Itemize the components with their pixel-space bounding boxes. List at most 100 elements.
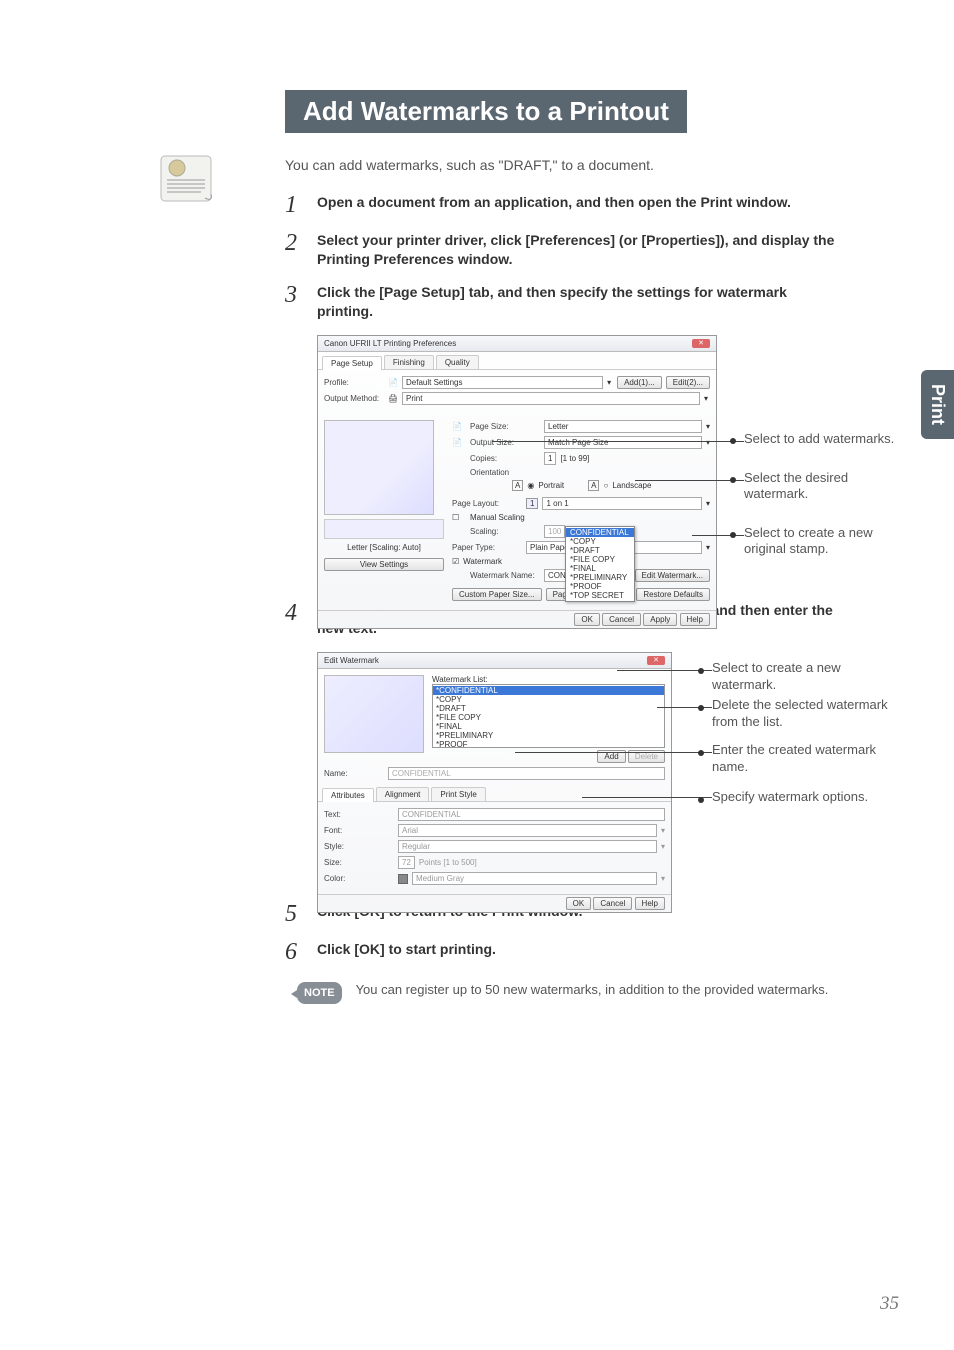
step-num: 2: [285, 231, 305, 255]
callout: Select the desired watermark.: [744, 470, 904, 504]
output-method-select[interactable]: Print: [402, 392, 700, 405]
dropdown-item[interactable]: *FILE COPY: [566, 555, 634, 564]
preview-caption: Letter [Scaling: Auto]: [324, 543, 444, 552]
list-item[interactable]: *FINAL: [433, 722, 664, 731]
page-preview: [324, 420, 434, 515]
preview-box: [324, 675, 424, 753]
add-button[interactable]: Add(1)...: [617, 376, 662, 389]
tab-quality[interactable]: Quality: [436, 355, 479, 369]
ok-button[interactable]: OK: [566, 897, 592, 910]
watermark-check[interactable]: Watermark: [463, 557, 502, 566]
callout: Select to create a new original stamp.: [744, 525, 904, 559]
tab-alignment[interactable]: Alignment: [376, 787, 430, 801]
dialog-title-bar: Canon UFRII LT Printing Preferences ✕: [318, 336, 716, 352]
watermark-name-label: Watermark Name:: [470, 571, 540, 580]
list-item[interactable]: *COPY: [433, 695, 664, 704]
size-range: Points [1 to 500]: [419, 858, 477, 867]
step-text: Open a document from an application, and…: [317, 193, 845, 212]
callout: Select to add watermarks.: [744, 431, 904, 448]
page-layout-select[interactable]: 1 on 1: [542, 497, 702, 510]
list-item[interactable]: *PRELIMINARY: [433, 731, 664, 740]
tab-finishing[interactable]: Finishing: [384, 355, 434, 369]
callout: Select to create a new watermark.: [712, 660, 892, 694]
cancel-button[interactable]: Cancel: [593, 897, 632, 910]
dropdown-item[interactable]: *PRELIMINARY: [566, 573, 634, 582]
copies-range: [1 to 99]: [560, 454, 589, 463]
side-tab-print: Print: [921, 370, 954, 439]
font-select[interactable]: Arial: [398, 824, 657, 837]
text-input[interactable]: CONFIDENTIAL: [398, 808, 665, 821]
help-button[interactable]: Help: [635, 897, 665, 910]
step-text: Click [OK] to start printing.: [317, 940, 845, 959]
tray-preview: [324, 519, 444, 539]
tab-print-style[interactable]: Print Style: [431, 787, 485, 801]
dropdown-item[interactable]: CONFIDENTIAL: [566, 528, 634, 537]
size-label: Size:: [324, 858, 394, 867]
step-num: 3: [285, 283, 305, 307]
step-text: Select your printer driver, click [Prefe…: [317, 231, 845, 269]
dialog-title: Canon UFRII LT Printing Preferences: [324, 339, 456, 348]
dropdown-item[interactable]: *TOP SECRET: [566, 591, 634, 600]
profile-select[interactable]: Default Settings: [402, 376, 603, 389]
orientation-portrait[interactable]: Portrait: [538, 481, 564, 490]
dropdown-item[interactable]: *PROOF: [566, 582, 634, 591]
watermark-list[interactable]: *CONFIDENTIAL *COPY *DRAFT *FILE COPY *F…: [432, 684, 665, 748]
name-label: Name:: [324, 769, 384, 778]
orientation-label: Orientation: [470, 468, 540, 477]
help-button[interactable]: Help: [680, 613, 710, 626]
cancel-button[interactable]: Cancel: [602, 613, 641, 626]
style-select[interactable]: Regular: [398, 840, 657, 853]
name-input[interactable]: CONFIDENTIAL: [388, 767, 665, 780]
close-icon[interactable]: ✕: [692, 339, 710, 348]
custom-paper-button[interactable]: Custom Paper Size...: [452, 588, 542, 601]
step-text: Click the [Page Setup] tab, and then spe…: [317, 283, 845, 321]
dialog-title: Edit Watermark: [324, 656, 379, 665]
dropdown-item[interactable]: *COPY: [566, 537, 634, 546]
edit-watermark-button[interactable]: Edit Watermark...: [635, 569, 711, 582]
page-layout-label: Page Layout:: [452, 499, 522, 508]
color-select[interactable]: Medium Gray: [412, 872, 657, 885]
note-badge: NOTE: [297, 982, 342, 1004]
list-item[interactable]: *DRAFT: [433, 704, 664, 713]
color-label: Color:: [324, 874, 394, 883]
copies-label: Copies:: [470, 454, 540, 463]
step-3: 3 Click the [Page Setup] tab, and then s…: [285, 283, 845, 321]
list-item[interactable]: *CONFIDENTIAL: [433, 686, 664, 695]
screenshot-edit-watermark: Edit Watermark ✕ Watermark List: *CONFID…: [317, 652, 877, 884]
scaling-label: Scaling:: [470, 527, 540, 536]
step-num: 1: [285, 193, 305, 217]
section-title: Add Watermarks to a Printout: [285, 90, 687, 133]
apply-button[interactable]: Apply: [643, 613, 677, 626]
copies-input[interactable]: 1: [544, 452, 556, 465]
page-number: 35: [880, 1293, 899, 1315]
step-6: 6 Click [OK] to start printing.: [285, 940, 845, 964]
page-size-select[interactable]: Letter: [544, 420, 702, 433]
orientation-landscape[interactable]: Landscape: [612, 481, 651, 490]
watermark-thumb-icon: [155, 150, 225, 210]
tab-attributes[interactable]: Attributes: [322, 788, 374, 802]
tab-page-setup[interactable]: Page Setup: [322, 356, 382, 370]
list-item[interactable]: *PROOF: [433, 740, 664, 748]
intro-text: You can add watermarks, such as "DRAFT,"…: [285, 157, 845, 173]
output-size-select[interactable]: Match Page Size: [544, 436, 702, 449]
restore-defaults-button[interactable]: Restore Defaults: [636, 588, 710, 601]
screenshot-printing-prefs: Canon UFRII LT Printing Preferences ✕ Pa…: [317, 335, 877, 583]
note-box: NOTE You can register up to 50 new water…: [297, 982, 845, 1004]
manual-scaling-check[interactable]: Manual Scaling: [470, 513, 525, 522]
callout: Specify watermark options.: [712, 789, 902, 806]
step-2: 2 Select your printer driver, click [Pre…: [285, 231, 845, 269]
close-icon[interactable]: ✕: [647, 656, 665, 665]
page-size-label: Page Size:: [470, 422, 540, 431]
step-1: 1 Open a document from an application, a…: [285, 193, 845, 217]
watermark-dropdown[interactable]: CONFIDENTIAL *COPY *DRAFT *FILE COPY *FI…: [565, 526, 635, 602]
ok-button[interactable]: OK: [574, 613, 600, 626]
edit-button[interactable]: Edit(2)...: [666, 376, 710, 389]
list-item[interactable]: *FILE COPY: [433, 713, 664, 722]
size-input[interactable]: 72: [398, 856, 415, 869]
paper-type-label: Paper Type:: [452, 543, 522, 552]
dropdown-item[interactable]: *FINAL: [566, 564, 634, 573]
view-settings-button[interactable]: View Settings: [324, 558, 444, 571]
tabs: Page Setup Finishing Quality: [318, 352, 716, 370]
dropdown-item[interactable]: *DRAFT: [566, 546, 634, 555]
callout: Enter the created watermark name.: [712, 742, 912, 776]
